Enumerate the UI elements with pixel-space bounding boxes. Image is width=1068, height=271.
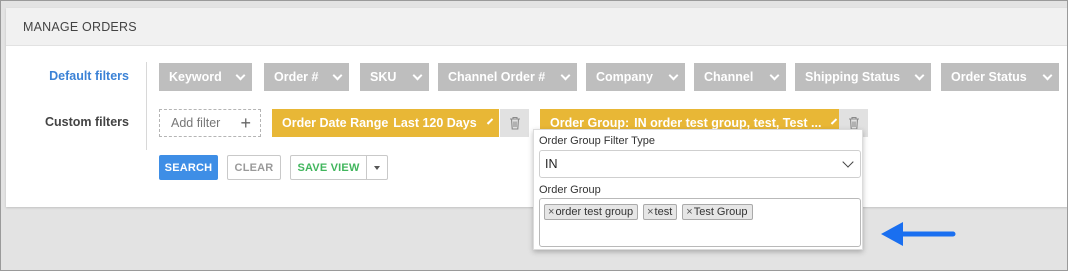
page-title: MANAGE ORDERS [23,19,137,34]
order-group-tag-input[interactable]: × order test group × test × Test Group [539,198,861,247]
filter-company-label: Company [596,70,653,84]
default-filters-label: Default filters [49,69,129,83]
chevron-down-icon [769,70,780,80]
order-date-range-label: Order Date Range [282,116,389,130]
chevron-down-icon [332,70,343,80]
order-group-filter-value: IN order test group, test, Test ... [634,116,822,130]
chevron-down-icon [412,70,423,80]
chevron-down-icon [831,117,838,125]
add-filter-label: Add filter [171,116,221,130]
trash-icon [848,116,859,130]
close-icon[interactable]: × [647,206,653,218]
chevron-down-icon [1042,70,1053,80]
filter-channel-order[interactable]: Channel Order # [438,63,577,91]
filter-sku-label: SKU [370,70,397,84]
chevron-down-icon [235,70,246,80]
filter-channel-label: Channel [704,70,754,84]
panel-header: MANAGE ORDERS [6,8,1068,46]
clear-button[interactable]: CLEAR [227,155,281,180]
filter-channel-order-label: Channel Order # [448,70,546,84]
chevron-down-icon [486,117,494,125]
tag-label: Test Group [693,206,748,218]
filter-order-number[interactable]: Order # [264,63,349,91]
filters-divider [146,62,147,150]
custom-filters-label: Custom filters [44,115,129,129]
search-button[interactable]: SEARCH [159,155,218,180]
tag-test: × test [643,204,678,220]
order-date-range-filter[interactable]: Order Date Range Last 120 Days [272,109,499,137]
save-view-button[interactable]: SAVE VIEW [290,155,367,180]
order-group-label: Order Group [539,184,601,196]
caret-down-icon [374,165,380,170]
tag-label: test [654,206,673,218]
close-icon[interactable]: × [548,206,554,218]
filter-shipping-status-label: Shipping Status [805,70,901,84]
filter-keyword-label: Keyword [169,70,222,84]
filter-company[interactable]: Company [586,63,685,91]
filter-order-status[interactable]: Order Status [941,63,1059,91]
trash-icon [509,116,520,130]
filter-shipping-status[interactable]: Shipping Status [795,63,931,91]
save-view-dropdown-button[interactable] [366,155,388,180]
remove-date-filter-button[interactable] [500,109,529,137]
filter-order-status-label: Order Status [951,70,1027,84]
add-filter-button[interactable]: Add filter + [159,109,261,137]
chevron-down-icon [668,70,679,80]
plus-icon: + [240,113,251,133]
order-date-range-value: Last 120 Days [393,116,477,130]
chevron-down-icon [842,156,854,168]
tag-test-group: × Test Group [682,204,753,220]
arrow-left-icon [881,222,956,246]
filter-type-label: Order Group Filter Type [539,135,655,147]
filter-order-number-label: Order # [274,70,319,84]
order-group-popup: Order Group Filter Type IN Order Group ×… [533,129,863,250]
filter-keyword[interactable]: Keyword [159,63,252,91]
close-icon[interactable]: × [686,206,692,218]
tag-label: order test group [555,206,634,218]
order-group-filter-label: Order Group: [550,116,630,130]
filter-channel[interactable]: Channel [694,63,786,91]
filter-type-value: IN [545,157,558,171]
filter-type-select[interactable]: IN [539,150,861,178]
chevron-down-icon [560,70,571,80]
chevron-down-icon [914,70,925,80]
filter-sku[interactable]: SKU [360,63,429,91]
tag-order-test-group: × order test group [544,204,639,220]
